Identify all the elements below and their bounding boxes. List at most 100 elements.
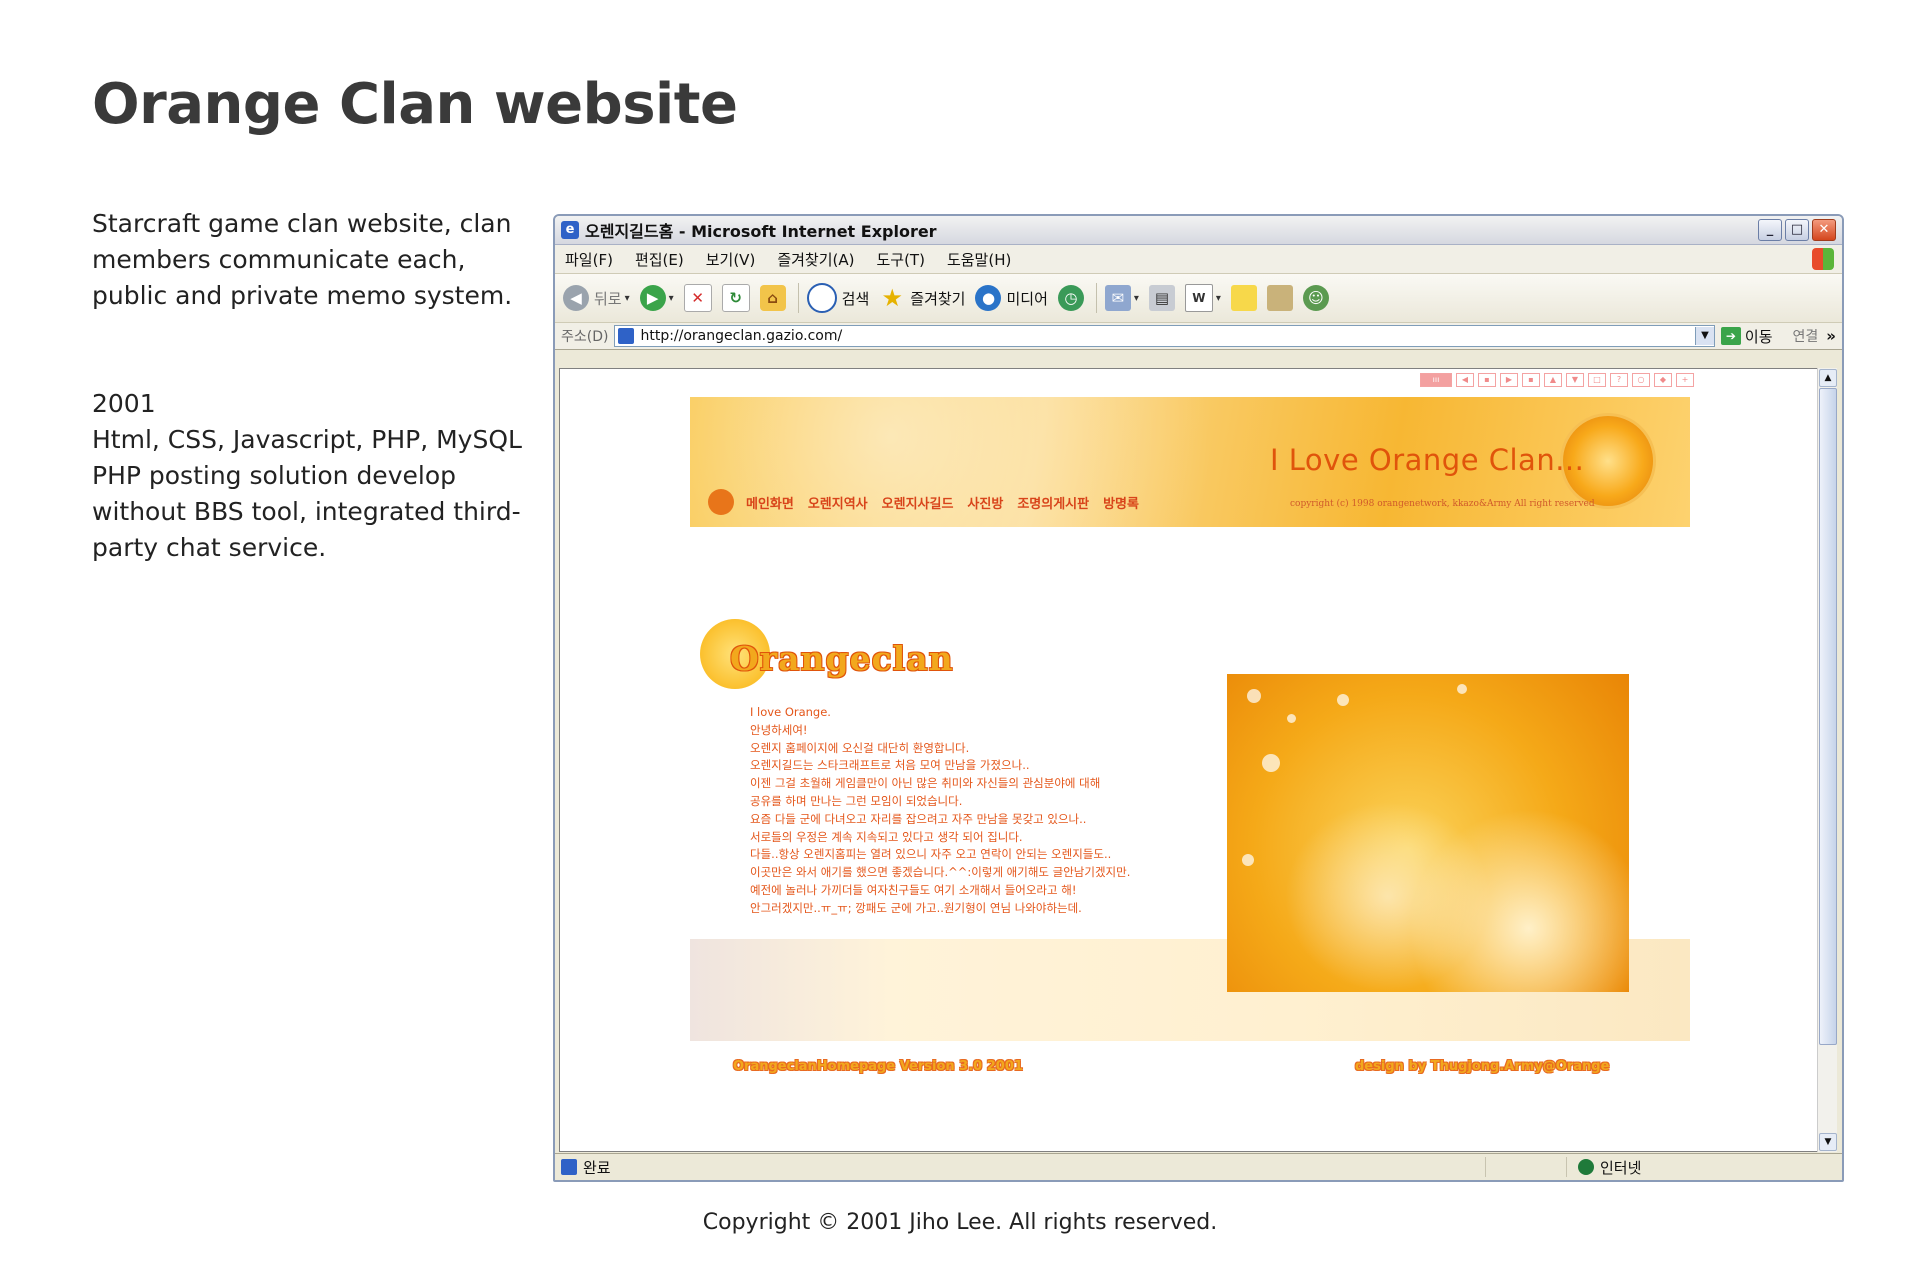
splash-droplet xyxy=(1337,694,1349,706)
top-mini-nav: ııı ◀ ▪ ▶ ▪ ▲ ▼ □ ? ○ ◆ + xyxy=(1420,373,1698,387)
address-url[interactable]: http://orangeclan.gazio.com/ xyxy=(640,328,1694,344)
site-nav-members[interactable]: 오렌지사길드 xyxy=(882,493,954,512)
maximize-button[interactable]: □ xyxy=(1785,219,1809,241)
menu-file[interactable]: 파일(F) xyxy=(565,249,613,270)
mini-nav-button[interactable]: ▪ xyxy=(1478,373,1496,387)
site-nav-history[interactable]: 오렌지역사 xyxy=(808,493,868,512)
portfolio-copyright: Copyright © 2001 Jiho Lee. All rights re… xyxy=(702,1210,1218,1235)
menu-favorites[interactable]: 즐겨찾기(A) xyxy=(777,249,854,270)
mail-button[interactable]: ✉ ▾ xyxy=(1104,285,1139,311)
forward-button[interactable]: ▶ ▾ xyxy=(639,285,674,311)
menu-edit[interactable]: 편집(E) xyxy=(635,249,684,270)
media-icon: ● xyxy=(975,285,1002,311)
mail-dropdown-icon[interactable]: ▾ xyxy=(1134,293,1139,304)
vertical-scrollbar[interactable]: ▲ ▼ xyxy=(1817,368,1837,1152)
forward-icon: ▶ xyxy=(639,285,666,311)
menu-bar: 파일(F) 편집(E) 보기(V) 즐겨찾기(A) 도구(T) 도움말(H) xyxy=(555,245,1842,274)
project-meta: 2001 Html, CSS, Javascript, PHP, MySQL P… xyxy=(92,386,522,566)
minimize-button[interactable]: _ xyxy=(1758,219,1782,241)
globe-icon xyxy=(1578,1159,1594,1175)
menu-tools[interactable]: 도구(T) xyxy=(876,249,924,270)
ie-browser-window: e 오렌지길드홈 - Microsoft Internet Explorer _… xyxy=(553,214,1844,1182)
site-banner: I Love Orange Clan... 메인화면 오렌지역사 오렌지사길드 … xyxy=(690,397,1690,527)
status-bar: 완료 인터넷 xyxy=(555,1153,1842,1180)
mini-nav-button[interactable]: ▲ xyxy=(1544,373,1562,387)
go-arrow-icon: ➔ xyxy=(1720,327,1741,345)
menu-help[interactable]: 도움말(H) xyxy=(947,249,1011,270)
research-icon xyxy=(1266,285,1293,311)
stop-button[interactable]: ✕ xyxy=(683,284,712,312)
history-button[interactable]: ◷ xyxy=(1057,285,1084,311)
links-button[interactable]: 연결 xyxy=(1793,326,1819,346)
intro-line: 이젠 그걸 초월해 게임클만이 아닌 많은 취미와 자신들의 관심분야에 대해 xyxy=(750,776,1101,791)
search-button[interactable]: 검색 xyxy=(806,283,870,313)
messenger-button[interactable]: ☺ xyxy=(1302,285,1329,311)
print-button[interactable]: ▤ xyxy=(1148,285,1175,311)
scroll-thumb[interactable] xyxy=(1819,388,1837,1045)
scroll-up-icon[interactable]: ▲ xyxy=(1819,369,1837,387)
mini-nav-button[interactable]: ◆ xyxy=(1654,373,1672,387)
history-icon: ◷ xyxy=(1057,285,1084,311)
window-title: 오렌지길드홈 - Microsoft Internet Explorer xyxy=(585,222,937,241)
mini-nav-button[interactable]: ▶ xyxy=(1500,373,1518,387)
back-label: 뒤로 xyxy=(594,289,622,308)
home-button[interactable]: ⌂ xyxy=(759,285,786,311)
mini-nav-button[interactable]: ▪ xyxy=(1522,373,1540,387)
intro-line: I love Orange. xyxy=(750,705,831,719)
site-version-text: OrangeclanHomepage Version 3.0 2001 xyxy=(733,1059,1023,1074)
intro-line: 서로들의 우정은 계속 지속되고 있다고 생각 되어 집니다. xyxy=(750,829,1023,844)
discuss-button[interactable] xyxy=(1230,285,1257,311)
favorites-button[interactable]: ★ 즐겨찾기 xyxy=(879,285,966,311)
address-input[interactable]: http://orangeclan.gazio.com/ ▼ xyxy=(614,325,1715,347)
mini-nav-button[interactable]: + xyxy=(1676,373,1694,387)
search-label: 검색 xyxy=(841,289,870,308)
splash-droplet xyxy=(1262,754,1280,772)
refresh-button[interactable]: ↻ xyxy=(721,284,750,312)
mini-nav-button[interactable]: ? xyxy=(1610,373,1628,387)
edit-button[interactable]: W ▾ xyxy=(1184,284,1221,312)
banner-slogan: I Love Orange Clan... xyxy=(1270,443,1585,477)
project-tech: Html, CSS, Javascript, PHP, MySQL xyxy=(92,425,522,454)
mini-nav-button[interactable]: ııı xyxy=(1420,373,1452,387)
description-text: Starcraft game clan website, clan member… xyxy=(92,209,513,310)
stop-icon: ✕ xyxy=(683,284,712,312)
refresh-icon: ↻ xyxy=(721,284,750,312)
links-chevron-icon[interactable]: » xyxy=(1826,327,1836,345)
mini-nav-button[interactable]: □ xyxy=(1588,373,1606,387)
scroll-down-icon[interactable]: ▼ xyxy=(1819,1133,1837,1151)
address-label: 주소(D) xyxy=(561,329,609,345)
note-icon xyxy=(1230,285,1257,311)
site-nav-guestbook[interactable]: 방명록 xyxy=(1103,493,1139,512)
back-dropdown-icon[interactable]: ▾ xyxy=(625,293,630,304)
edit-dropdown-icon[interactable]: ▾ xyxy=(1216,293,1221,304)
toolbar-separator xyxy=(797,283,799,313)
toolbar-separator xyxy=(1095,283,1097,313)
media-button[interactable]: ● 미디어 xyxy=(975,285,1048,311)
project-description: Starcraft game clan website, clan member… xyxy=(92,206,522,566)
back-icon: ◀ xyxy=(563,285,589,311)
ie-icon: e xyxy=(561,221,579,239)
site-nav-photos[interactable]: 사진방 xyxy=(967,493,1003,512)
window-titlebar[interactable]: e 오렌지길드홈 - Microsoft Internet Explorer _… xyxy=(555,216,1842,245)
mail-icon: ✉ xyxy=(1104,285,1131,311)
mini-nav-button[interactable]: ○ xyxy=(1632,373,1650,387)
research-button[interactable] xyxy=(1266,285,1293,311)
go-button[interactable]: ➔ 이동 xyxy=(1720,326,1773,347)
menu-view[interactable]: 보기(V) xyxy=(706,249,756,270)
standard-toolbar: ◀ 뒤로 ▾ ▶ ▾ ✕ ↻ ⌂ 검색 ★ 즐겨찾기 ● 미디어 ◷ ✉ ▾ ▤… xyxy=(555,274,1842,323)
intro-line: 예전에 놀러나 가끼더들 여자친구들도 여기 소개해서 들어오라고 해! xyxy=(750,882,1077,897)
mini-nav-button[interactable]: ▼ xyxy=(1566,373,1584,387)
edit-icon: W xyxy=(1184,284,1213,312)
intro-line: 요즘 다들 군에 다녀오고 자리를 잡으려고 자주 만남을 못갖고 있으나.. xyxy=(750,811,1087,826)
project-detail: PHP posting solution develop without BBS… xyxy=(92,461,521,562)
address-dropdown-icon[interactable]: ▼ xyxy=(1694,327,1714,345)
site-nav-main[interactable]: 메인화면 xyxy=(746,493,794,512)
intro-line: 오렌지 홈페이지에 오신걸 대단히 환영합니다. xyxy=(750,740,970,755)
status-panels xyxy=(1485,1157,1567,1177)
back-button[interactable]: ◀ 뒤로 ▾ xyxy=(563,285,630,311)
forward-dropdown-icon[interactable]: ▾ xyxy=(669,293,674,304)
splash-droplet xyxy=(1287,714,1296,723)
close-button[interactable]: ✕ xyxy=(1812,219,1836,241)
site-nav-board[interactable]: 조명의게시판 xyxy=(1017,493,1089,512)
mini-nav-button[interactable]: ◀ xyxy=(1456,373,1474,387)
